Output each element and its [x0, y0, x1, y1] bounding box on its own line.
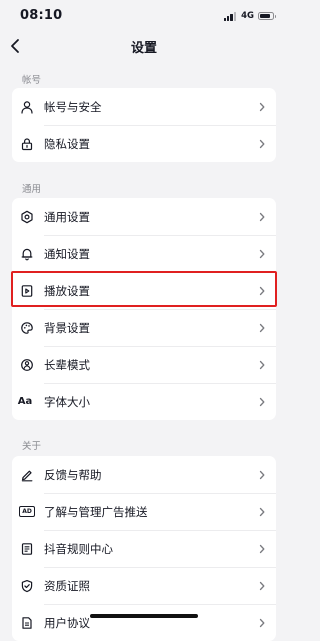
- settings-item-rules-center[interactable]: 抖音规则中心: [12, 530, 276, 567]
- status-icons: 4G: [223, 10, 276, 22]
- nav-bar: 设置: [0, 32, 288, 60]
- bell-icon: [20, 247, 34, 261]
- home-indicator: [90, 614, 198, 618]
- settings-item-font-size[interactable]: Aa 字体大小: [12, 383, 276, 420]
- page-title: 设置: [130, 41, 157, 56]
- battery-icon: [258, 12, 276, 20]
- rules-icon: [20, 542, 34, 556]
- palette-icon: [20, 321, 34, 335]
- chevron-right-icon: [258, 397, 266, 407]
- chevron-right-icon: [258, 249, 266, 259]
- settings-item-playback[interactable]: 播放设置: [12, 272, 276, 309]
- chevron-right-icon: [258, 360, 266, 370]
- settings-item-label: 用户协议: [44, 615, 90, 630]
- elder-mode-icon: [20, 358, 34, 372]
- chevron-right-icon: [258, 286, 266, 296]
- settings-item-privacy[interactable]: 隐私设置: [12, 125, 276, 162]
- battery-level: [260, 14, 271, 18]
- chevron-right-icon: [258, 507, 266, 517]
- settings-item-notifications[interactable]: 通知设置: [12, 235, 276, 272]
- chevron-right-icon: [258, 323, 266, 333]
- settings-item-label: 字体大小: [44, 394, 90, 409]
- ad-icon: AD: [19, 506, 35, 517]
- status-time: 08:10: [20, 8, 63, 23]
- settings-item-label: 长辈模式: [44, 357, 90, 372]
- settings-item-elder-mode[interactable]: 长辈模式: [12, 346, 276, 383]
- status-bar: 08:10 4G: [0, 0, 288, 32]
- chevron-right-icon: [258, 618, 266, 628]
- settings-item-background[interactable]: 背景设置: [12, 309, 276, 346]
- chevron-right-icon: [258, 581, 266, 591]
- settings-item-label: 背景设置: [44, 320, 90, 335]
- chevron-right-icon: [258, 470, 266, 480]
- card-account: 帐号与安全 隐私设置: [12, 88, 276, 162]
- card-general: 通用设置 通知设置 播放设置 背景设置 长辈模式 Aa 字体大小: [12, 198, 276, 420]
- settings-item-account-security[interactable]: 帐号与安全: [12, 88, 276, 125]
- settings-item-qualifications[interactable]: 资质证照: [12, 567, 276, 604]
- signal-icon: [223, 11, 238, 21]
- settings-item-label: 播放设置: [44, 283, 90, 298]
- section-label-account: 帐号: [22, 75, 42, 86]
- settings-item-label: 通用设置: [44, 209, 90, 224]
- chevron-right-icon: [258, 212, 266, 222]
- document-icon: [20, 616, 34, 630]
- settings-item-user-agreement[interactable]: 用户协议: [12, 604, 276, 641]
- settings-item-label: 了解与管理广告推送: [44, 504, 148, 519]
- chevron-right-icon: [258, 544, 266, 554]
- settings-item-label: 资质证照: [44, 578, 90, 593]
- settings-item-label: 帐号与安全: [44, 99, 102, 114]
- settings-item-general[interactable]: 通用设置: [12, 198, 276, 235]
- edit-icon: [20, 468, 34, 482]
- lock-icon: [20, 137, 34, 151]
- person-icon: [20, 100, 34, 114]
- network-type: 4G: [241, 11, 254, 21]
- settings-item-label: 通知设置: [44, 246, 90, 261]
- settings-item-label: 抖音规则中心: [44, 541, 113, 556]
- settings-item-ad-management[interactable]: AD 了解与管理广告推送: [12, 493, 276, 530]
- settings-item-label: 反馈与帮助: [44, 467, 102, 482]
- chevron-right-icon: [258, 139, 266, 149]
- chevron-right-icon: [258, 102, 266, 112]
- settings-item-label: 隐私设置: [44, 136, 90, 151]
- section-label-general: 通用: [22, 184, 42, 195]
- play-icon: [20, 284, 34, 298]
- settings-item-feedback[interactable]: 反馈与帮助: [12, 456, 276, 493]
- shield-check-icon: [20, 579, 34, 593]
- section-label-about: 关于: [22, 441, 42, 452]
- gear-icon: [20, 210, 34, 224]
- font-size-icon: Aa: [17, 396, 33, 407]
